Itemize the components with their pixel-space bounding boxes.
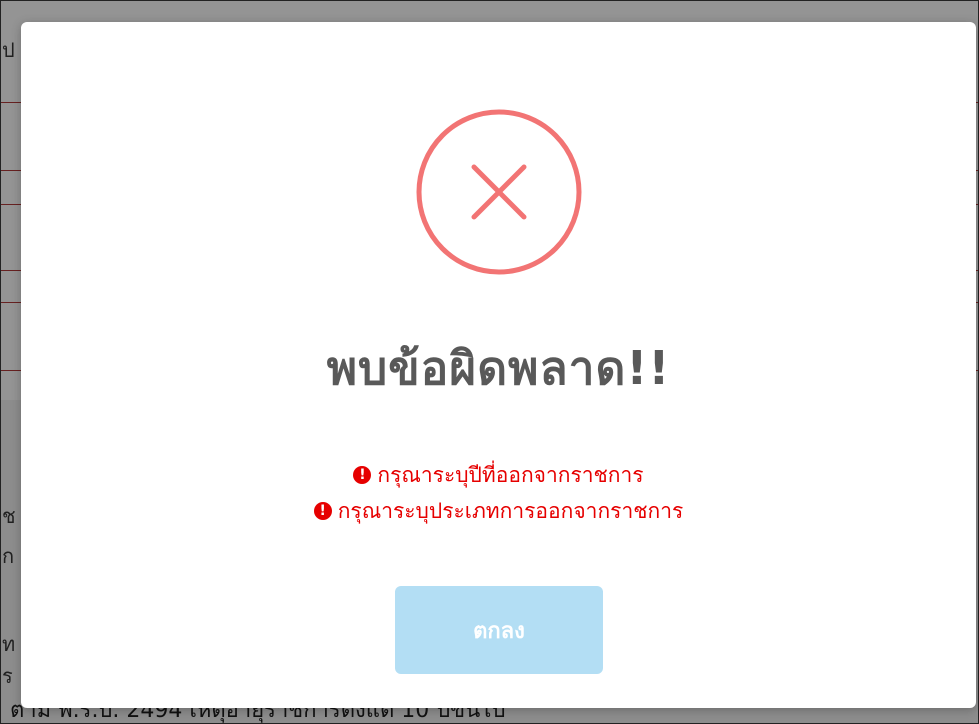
error-message: ! กรุณาระบุปีที่ออกจากราชการ bbox=[21, 457, 976, 493]
exclamation-circle-icon: ! bbox=[313, 502, 332, 520]
error-message-text: กรุณาระบุปีที่ออกจากราชการ bbox=[377, 462, 644, 487]
confirm-button[interactable]: ตกลง bbox=[395, 586, 603, 674]
exclamation-circle-icon: ! bbox=[353, 466, 372, 484]
error-message-text: กรุณาระบุประเภทการออกจากราชการ bbox=[337, 498, 684, 523]
dialog-title: พบข้อผิดพลาด!! bbox=[326, 341, 671, 395]
error-x-circle-icon bbox=[416, 109, 582, 275]
error-message: ! กรุณาระบุประเภทการออกจากราชการ bbox=[21, 493, 976, 529]
error-message-list: ! กรุณาระบุปีที่ออกจากราชการ ! กรุณาระบุ… bbox=[21, 457, 976, 529]
error-dialog: พบข้อผิดพลาด!! ! กรุณาระบุปีที่ออกจากราช… bbox=[21, 22, 976, 708]
